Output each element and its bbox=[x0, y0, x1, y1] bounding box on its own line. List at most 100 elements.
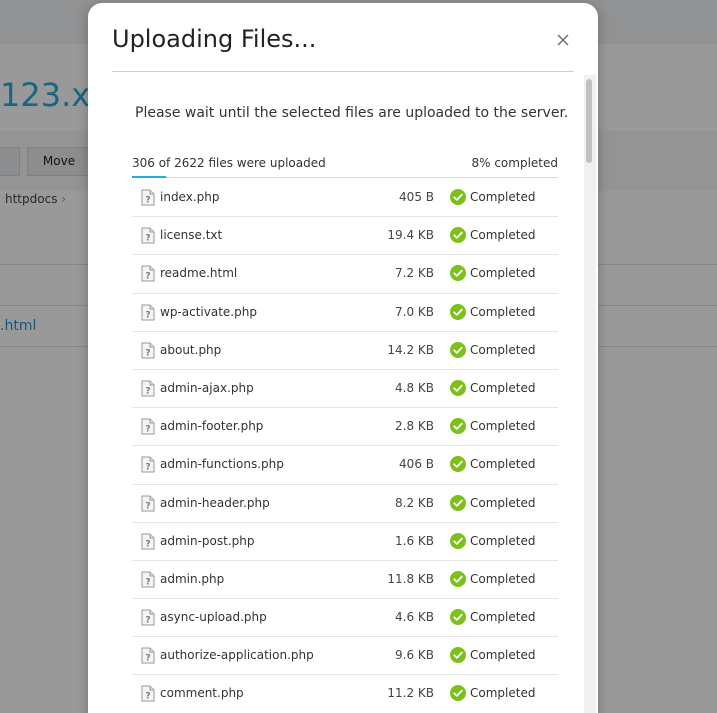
file-row: ? authorize-application.php 9.6 KB Compl… bbox=[132, 637, 558, 676]
status-label: Completed bbox=[470, 533, 536, 548]
check-circle-icon bbox=[450, 494, 466, 511]
unknown-file-icon: ? bbox=[141, 495, 155, 511]
file-name: index.php bbox=[160, 190, 220, 204]
file-row: ? license.txt 19.4 KB Completed bbox=[132, 217, 558, 256]
unknown-file-icon: ? bbox=[141, 189, 155, 206]
status-label: Completed bbox=[470, 495, 536, 510]
status-label: Completed bbox=[470, 380, 536, 395]
file-size: 1.6 KB bbox=[395, 533, 434, 548]
status-label: Completed bbox=[470, 686, 536, 701]
unknown-file-icon: ? bbox=[141, 418, 155, 435]
file-size: 2.8 KB bbox=[395, 419, 434, 434]
svg-text:?: ? bbox=[145, 501, 150, 511]
status-label: Completed bbox=[470, 571, 536, 586]
dialog-intro-text: Please wait until the selected files are… bbox=[135, 105, 569, 121]
file-row: ? readme.html 7.2 KB Completed bbox=[132, 255, 558, 294]
check-circle-icon bbox=[450, 189, 466, 205]
file-size: 405 B bbox=[399, 190, 434, 204]
unknown-file-icon: ? bbox=[141, 380, 155, 397]
progress-bar-fill bbox=[132, 176, 167, 178]
close-icon bbox=[557, 34, 569, 46]
svg-text:?: ? bbox=[145, 196, 150, 206]
check-circle-icon bbox=[450, 265, 466, 282]
check-circle-icon bbox=[450, 456, 466, 473]
file-size: 14.2 KB bbox=[387, 342, 434, 357]
file-row: ? index.php 405 B Completed bbox=[132, 179, 558, 218]
unknown-file-icon: ? bbox=[141, 265, 155, 282]
check-circle-icon bbox=[450, 227, 466, 244]
file-size: 19.4 KB bbox=[387, 228, 434, 243]
file-row: ? admin-ajax.php 4.8 KB Completed bbox=[132, 370, 558, 409]
status-label: Completed bbox=[470, 457, 536, 472]
svg-text:?: ? bbox=[145, 463, 150, 473]
svg-text:?: ? bbox=[145, 539, 150, 549]
file-name: comment.php bbox=[160, 686, 244, 701]
status-label: Completed bbox=[470, 190, 536, 204]
file-name: license.txt bbox=[160, 228, 223, 243]
check-circle-icon bbox=[450, 341, 466, 358]
unknown-file-icon: ? bbox=[141, 342, 155, 359]
status-label: Completed bbox=[470, 266, 536, 281]
file-size: 8.2 KB bbox=[395, 495, 434, 510]
file-name: async-upload.php bbox=[160, 610, 267, 625]
file-row: ? wp-activate.php 7.0 KB Completed bbox=[132, 294, 558, 332]
progress-status-text: 306 of 2622 files were uploaded bbox=[132, 156, 326, 170]
check-circle-icon bbox=[450, 609, 466, 626]
file-name: authorize-application.php bbox=[160, 648, 314, 663]
file-name: admin-footer.php bbox=[160, 419, 264, 434]
svg-text:?: ? bbox=[145, 272, 150, 282]
unknown-file-icon: ? bbox=[141, 647, 155, 664]
unknown-file-icon: ? bbox=[141, 533, 155, 550]
close-button[interactable] bbox=[552, 29, 574, 51]
upload-dialog: Uploading Files... Please wait until the… bbox=[88, 3, 598, 713]
progress-percent-text: 8% completed bbox=[471, 156, 558, 170]
dialog-scrollbar[interactable] bbox=[584, 75, 596, 713]
file-size: 4.8 KB bbox=[395, 380, 434, 395]
file-name: readme.html bbox=[160, 266, 238, 281]
file-name: admin-post.php bbox=[160, 533, 255, 548]
file-size: 7.2 KB bbox=[395, 266, 434, 281]
svg-text:?: ? bbox=[145, 577, 150, 587]
svg-text:?: ? bbox=[145, 692, 150, 702]
file-name: about.php bbox=[160, 342, 222, 357]
unknown-file-icon: ? bbox=[141, 685, 155, 702]
dialog-title-divider bbox=[112, 71, 574, 72]
file-size: 11.2 KB bbox=[387, 686, 434, 701]
file-size: 9.6 KB bbox=[395, 648, 434, 663]
file-size: 7.0 KB bbox=[395, 304, 434, 319]
unknown-file-icon: ? bbox=[141, 304, 155, 321]
svg-text:?: ? bbox=[145, 348, 150, 358]
status-label: Completed bbox=[470, 648, 536, 663]
file-size: 406 B bbox=[399, 457, 434, 472]
check-circle-icon bbox=[450, 570, 466, 587]
svg-text:?: ? bbox=[145, 386, 150, 396]
check-circle-icon bbox=[450, 303, 466, 320]
file-row: ? comment.php 11.2 KB Completed bbox=[132, 675, 558, 713]
status-label: Completed bbox=[470, 304, 536, 319]
unknown-file-icon: ? bbox=[141, 456, 155, 473]
check-circle-icon bbox=[450, 647, 466, 664]
check-circle-icon bbox=[450, 532, 466, 549]
status-label: Completed bbox=[470, 610, 536, 625]
svg-text:?: ? bbox=[145, 234, 150, 244]
file-name: wp-activate.php bbox=[160, 304, 257, 319]
scrollbar-thumb[interactable] bbox=[586, 79, 592, 163]
svg-text:?: ? bbox=[145, 654, 150, 664]
file-name: admin-ajax.php bbox=[160, 380, 254, 395]
file-row: ? admin-header.php 8.2 KB Completed bbox=[132, 485, 558, 523]
progress-bar bbox=[132, 176, 558, 178]
file-size: 11.8 KB bbox=[387, 571, 434, 586]
file-row: ? admin-post.php 1.6 KB Completed bbox=[132, 523, 558, 561]
check-circle-icon bbox=[450, 379, 466, 396]
svg-text:?: ? bbox=[145, 425, 150, 435]
unknown-file-icon: ? bbox=[141, 571, 155, 588]
status-label: Completed bbox=[470, 228, 536, 243]
file-row: ? admin-functions.php 406 B Completed bbox=[132, 446, 558, 485]
unknown-file-icon: ? bbox=[141, 227, 155, 244]
status-label: Completed bbox=[470, 342, 536, 357]
file-row: ? admin.php 11.8 KB Completed bbox=[132, 561, 558, 600]
dialog-title: Uploading Files... bbox=[112, 25, 317, 53]
file-row: ? admin-footer.php 2.8 KB Completed bbox=[132, 408, 558, 447]
file-list: ? index.php 405 B Completed ? license.tx… bbox=[132, 179, 558, 713]
status-label: Completed bbox=[470, 419, 536, 434]
